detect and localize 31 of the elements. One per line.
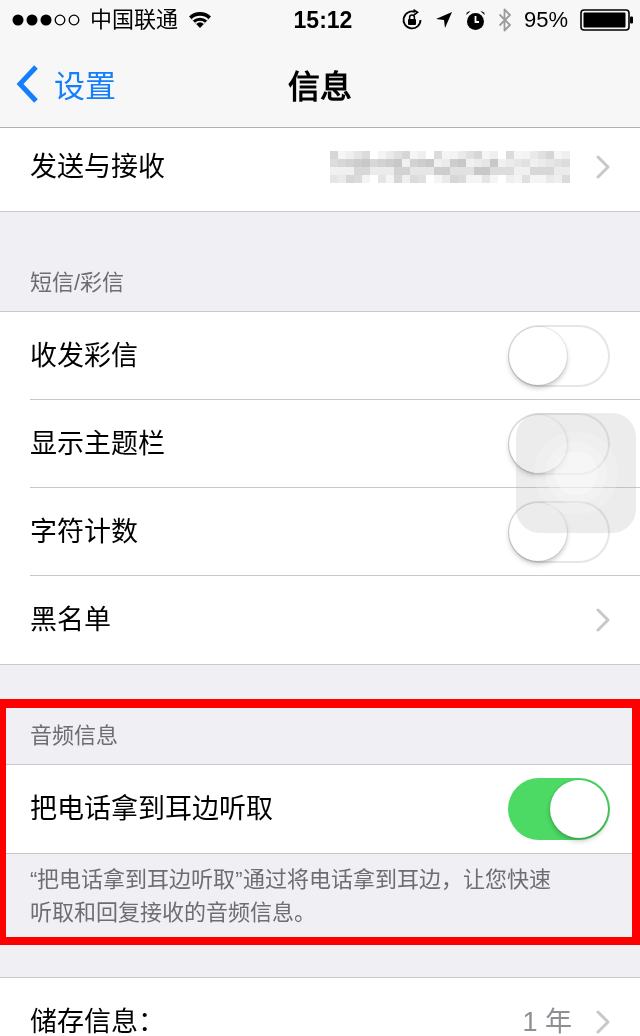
- location-arrow-icon: [434, 11, 453, 29]
- wifi-icon: [188, 11, 212, 29]
- battery-percent: 95%: [523, 7, 568, 33]
- chevron-right-icon: [596, 608, 610, 632]
- settings-row[interactable]: 发送与接收: [0, 128, 640, 211]
- row-label: 字符计数: [30, 515, 139, 548]
- row-label: 把电话拿到耳边听取: [30, 793, 274, 825]
- section-header: 短信/彩信: [30, 270, 125, 296]
- bluetooth-icon: [497, 7, 512, 33]
- toggle-switch[interactable]: [508, 500, 610, 563]
- back-chevron-icon: [16, 63, 40, 104]
- status-time: 15:12: [293, 7, 353, 33]
- floating-touch-button[interactable]: [516, 413, 636, 533]
- toggle-switch[interactable]: [508, 324, 610, 387]
- toggle-switch[interactable]: [508, 778, 610, 840]
- carrier-name: 中国联通: [90, 7, 178, 33]
- row-value: 1 年: [522, 1006, 572, 1036]
- section-footer: “把电话拿到耳边听取”通过将电话拿到耳边，让您快速听取和回复接收的音频信息。: [0, 854, 640, 945]
- toggle-switch[interactable]: [508, 412, 610, 475]
- row-label: 收发彩信: [30, 339, 139, 372]
- back-button[interactable]: 设置: [16, 61, 116, 106]
- nav-title: 信息: [288, 67, 352, 107]
- signal-dots-icon: [12, 14, 80, 26]
- row-label: 显示主题栏: [30, 427, 166, 460]
- battery-icon: [580, 9, 634, 31]
- rotation-lock-icon: [400, 9, 423, 31]
- settings-row[interactable]: 黑名单: [0, 576, 640, 664]
- alarm-clock-icon: [464, 9, 486, 31]
- section-header: 音频信息: [30, 723, 118, 749]
- settings-row[interactable]: 储存信息： 1 年: [0, 978, 640, 1036]
- chevron-right-icon: [596, 155, 610, 179]
